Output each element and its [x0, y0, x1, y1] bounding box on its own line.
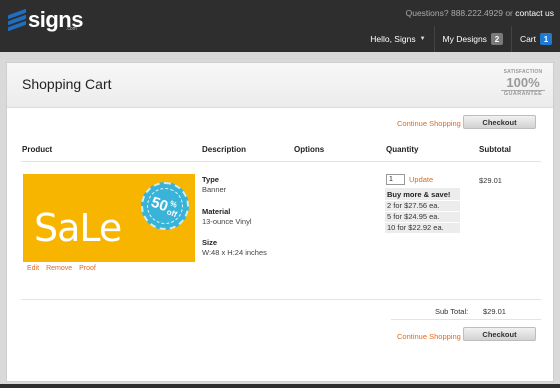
bulk-pricing-box: Buy more & save! 2 for $27.56 ea. 5 for … — [385, 188, 460, 233]
page-title: Shopping Cart — [22, 76, 112, 92]
material-value: 13-ounce Vinyl — [202, 217, 252, 226]
chevron-down-icon: ▼ — [419, 36, 426, 42]
questions-text: Questions? 888.222.4929 or — [405, 8, 516, 18]
proof-link[interactable]: Proof — [79, 265, 96, 272]
size-value: W:48 x H:24 inches — [202, 248, 267, 257]
product-thumbnail[interactable]: SaLe 50% off — [23, 174, 195, 262]
item-actions: Edit Remove Proof — [27, 265, 96, 272]
cart-header: Shopping Cart SATISFACTION 100% GUARANTE… — [7, 63, 553, 108]
account-menu[interactable]: Hello, Signs ▼ — [362, 26, 433, 52]
column-subtotal: Subtotal — [479, 145, 511, 154]
account-label: Hello, Signs — [370, 34, 416, 44]
discount-badge-icon: 50% off — [141, 182, 189, 230]
bulk-pricing-title: Buy more & save! — [387, 190, 451, 199]
cart-count-badge: 1 — [540, 33, 552, 45]
subtotal-label: Sub Total: — [435, 307, 469, 316]
checkout-button-top[interactable]: Checkout — [463, 115, 536, 129]
continue-shopping-link-bottom[interactable]: Continue Shopping — [397, 332, 461, 341]
column-product: Product — [22, 145, 53, 154]
remove-link[interactable]: Remove — [46, 265, 72, 272]
contact-info: Questions? 888.222.4929 or contact us — [406, 8, 554, 18]
bulk-tier: 2 for $27.56 ea. — [387, 201, 440, 210]
column-description: Description — [202, 145, 247, 154]
cart-panel: Shopping Cart SATISFACTION 100% GUARANTE… — [6, 62, 554, 382]
sale-text: SaLe — [34, 206, 122, 250]
bulk-tier: 10 for $22.92 ea. — [387, 223, 444, 232]
contact-link[interactable]: contact us — [515, 8, 554, 18]
site-header: signs .com Questions? 888.222.4929 or co… — [0, 0, 560, 52]
material-label: Material — [202, 207, 231, 216]
items-divider — [21, 299, 541, 300]
cart-label: Cart — [519, 34, 536, 44]
designs-count-badge: 2 — [490, 33, 503, 45]
header-divider — [21, 161, 541, 162]
quantity-input[interactable]: 1 — [386, 174, 405, 185]
subtotal-value: $29.01 — [483, 307, 506, 316]
satisfaction-guarantee-icon: SATISFACTION 100% GUARANTEE — [501, 70, 545, 102]
type-label: Type — [202, 175, 219, 184]
cart-link[interactable]: Cart 1 — [510, 26, 560, 52]
column-options: Options — [294, 145, 325, 154]
site-footer-bar — [0, 384, 560, 388]
logo-sub: .com — [66, 26, 77, 32]
continue-shopping-link-top[interactable]: Continue Shopping — [397, 119, 461, 128]
type-value: Banner — [202, 185, 227, 194]
bulk-tier: 5 for $24.95 ea. — [387, 212, 440, 221]
edit-link[interactable]: Edit — [27, 265, 39, 272]
size-label: Size — [202, 238, 218, 247]
checkout-button-bottom[interactable]: Checkout — [463, 327, 536, 341]
logo-mark-icon — [8, 8, 26, 32]
column-quantity: Quantity — [386, 145, 419, 154]
my-designs-link[interactable]: My Designs 2 — [433, 26, 511, 52]
my-designs-label: My Designs — [442, 34, 487, 44]
totals-divider — [391, 319, 541, 320]
item-subtotal: $29.01 — [479, 176, 502, 185]
update-link[interactable]: Update — [409, 175, 433, 184]
top-nav: Hello, Signs ▼ My Designs 2 Cart 1 — [362, 26, 560, 52]
